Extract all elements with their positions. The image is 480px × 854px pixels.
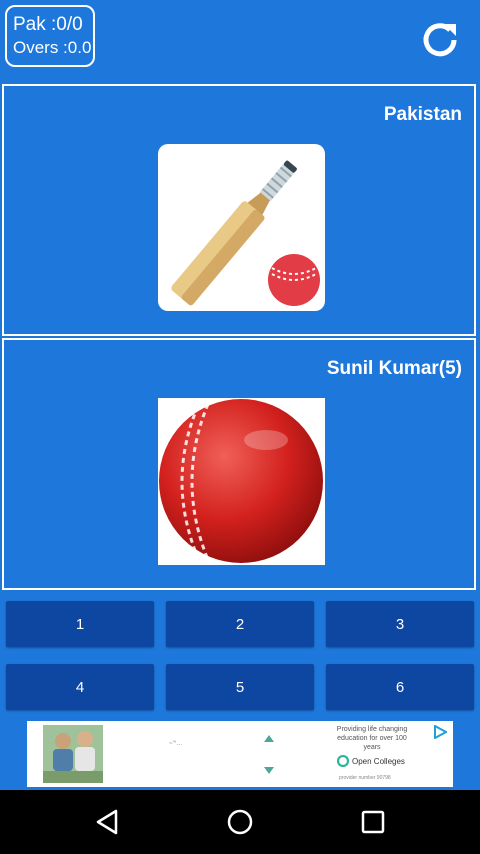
overs-count: Overs :0.0 — [13, 38, 92, 57]
ad-choices-icon[interactable] — [433, 724, 449, 740]
open-colleges-logo-icon — [337, 755, 349, 767]
run-buttons-area: 1 2 3 4 5 6 — [0, 591, 480, 719]
run-5-button[interactable]: 5 — [166, 664, 314, 710]
ad-headline: Providing life changing education for ov… — [336, 726, 408, 751]
batting-team-name: Pakistan — [383, 104, 462, 125]
cricket-ball-icon — [159, 399, 323, 563]
ad-tiny-text: ~’°… — [169, 741, 183, 747]
ad-brand-name: Open Colleges — [352, 756, 405, 766]
ad-down-arrow-icon — [264, 767, 274, 774]
score-box: Pak :0/0 Overs :0.0 — [5, 5, 95, 67]
ad-banner[interactable]: ~’°… Providing life changing education f… — [27, 721, 453, 787]
back-triangle-icon[interactable] — [92, 807, 122, 837]
cricket-bat-and-ball-icon — [171, 160, 320, 306]
ad-provider: provider number 90798 — [339, 775, 391, 781]
bowler-name: Sunil Kumar(5) — [326, 358, 462, 379]
bat-tile — [158, 144, 325, 311]
bowling-panel: Sunil Kumar(5) — [2, 338, 476, 590]
team-score: Pak :0/0 — [13, 14, 83, 35]
ad-bar: ~’°… Providing life changing education f… — [0, 719, 480, 789]
run-6-button[interactable]: 6 — [326, 664, 474, 710]
system-nav-bar — [0, 790, 480, 854]
run-1-button[interactable]: 1 — [6, 601, 154, 647]
run-3-button[interactable]: 3 — [326, 601, 474, 647]
ad-brand: Open Colleges — [337, 755, 405, 767]
run-2-button[interactable]: 2 — [166, 601, 314, 647]
refresh-icon[interactable] — [420, 20, 460, 60]
ad-photo — [43, 725, 103, 783]
ball-tile — [158, 398, 325, 565]
batting-panel: Pakistan — [2, 84, 476, 336]
home-circle-icon[interactable] — [225, 807, 255, 837]
ad-up-arrow-icon — [264, 735, 274, 742]
recents-square-icon[interactable] — [358, 807, 388, 837]
run-4-button[interactable]: 4 — [6, 664, 154, 710]
